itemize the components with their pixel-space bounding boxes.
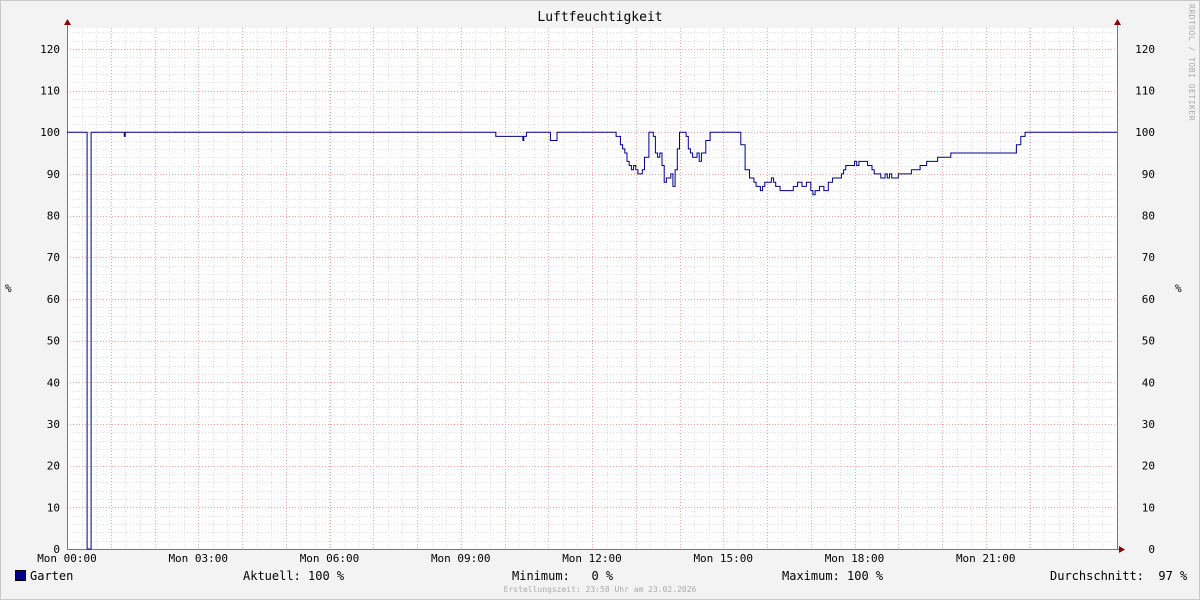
y-tick-label-left: 120 [40,43,60,56]
y-tick-label-left: 30 [47,418,60,431]
y-tick-label-right: 60 [1142,293,1155,306]
y-tick-label-right: 110 [1135,85,1155,98]
y-tick-label-left: 10 [47,501,60,514]
y-tick-label-left: 20 [47,460,60,473]
x-tick-label: Mon 09:00 [431,552,491,565]
y-tick-label-right: 50 [1142,335,1155,348]
y-tick-label-left: 110 [40,85,60,98]
y-tick-label-right: 90 [1142,168,1155,181]
y-tick-label-left: 60 [47,293,60,306]
x-tick-label: Mon 18:00 [825,552,885,565]
legend-durchschnitt: Durchschnitt: 97 % [1050,569,1188,583]
legend-swatch-garten [15,570,26,581]
y-tick-label-right: 100 [1135,126,1155,139]
y-tick-label-right: 10 [1142,501,1155,514]
y-tick-label-right: 0 [1148,543,1155,556]
footer-timestamp: Erstellungszeit: 23:58 Uhr am 23.02.2026 [503,585,697,594]
y-tick-label-left: 40 [47,376,60,389]
y-tick-label-left: 90 [47,168,60,181]
y-tick-label-left: 80 [47,210,60,223]
y-tick-label-right: 70 [1142,251,1155,264]
y-tick-label-left: 50 [47,335,60,348]
x-tick-label: Mon 12:00 [562,552,622,565]
y-tick-label-right: 40 [1142,376,1155,389]
x-tick-label: Mon 03:00 [168,552,228,565]
y-axis-right-arrow [1114,19,1121,25]
y-axis-left-arrow [64,19,71,25]
y-tick-label-right: 30 [1142,418,1155,431]
x-tick-label: Mon 15:00 [693,552,753,565]
legend-aktuell: Aktuell: 100 % [243,569,345,583]
y-tick-label-left: 100 [40,126,60,139]
x-tick-label: Mon 00:00 [37,552,97,565]
legend-maximum: Maximum: 100 % [782,569,884,583]
y-tick-label-left: 70 [47,251,60,264]
x-tick-label: Mon 06:00 [300,552,360,565]
x-tick-label: Mon 21:00 [956,552,1016,565]
chart-plot: 0 010 1020 2030 3040 4050 5060 6070 7080 8090 9010… [37,19,1155,565]
y-tick-label-right: 80 [1142,210,1155,223]
legend-series-name: Garten [30,569,74,583]
y-tick-label-right: 120 [1135,43,1155,56]
legend-minimum: Minimum: 0 % [512,569,614,583]
x-axis-arrow [1119,546,1125,553]
y-tick-label-right: 20 [1142,460,1155,473]
